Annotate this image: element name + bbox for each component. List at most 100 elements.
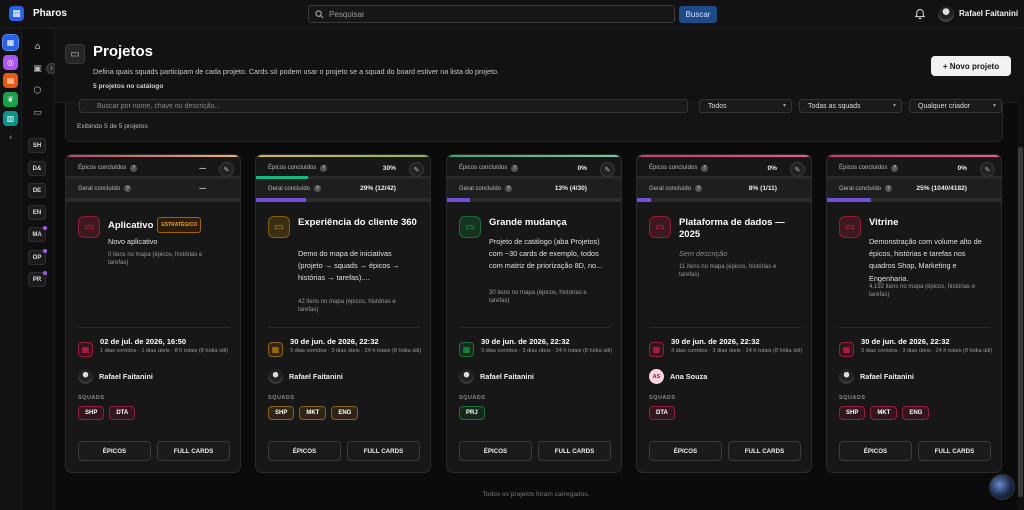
epics-done-label: Épicos concluídos [268, 165, 317, 171]
overall-progress-fill [827, 198, 871, 202]
project-title[interactable]: Aplicativo ESTRATÉGICO [108, 217, 236, 233]
help-icon[interactable]: ? [511, 164, 519, 172]
leaf-icon[interactable]: ❦ [3, 92, 18, 107]
edit-pencil-icon[interactable]: ✎ [790, 162, 805, 177]
app-logo-icon[interactable]: ▦ [9, 6, 24, 21]
project-title[interactable]: Grande mudança [489, 217, 617, 229]
project-title[interactable]: Vitrine [869, 217, 997, 229]
full-cards-button[interactable]: FULL CARDS [728, 441, 801, 461]
full-cards-button[interactable]: FULL CARDS [918, 441, 991, 461]
squad-tag[interactable]: MKT [870, 406, 898, 420]
status-filter-select[interactable]: Todos ▾ [699, 99, 792, 113]
help-icon[interactable]: ? [320, 164, 328, 172]
epics-progress-row: Épicos concluídos? 0% [637, 159, 811, 177]
project-title[interactable]: Experiência do cliente 360 [298, 217, 426, 229]
owner-filter-select[interactable]: Qualquer criador ▾ [909, 99, 1002, 113]
epics-button[interactable]: ÉPICOS [459, 441, 532, 461]
project-card[interactable]: Épicos concluídos? 0% Geral concluído? 8% … [636, 154, 812, 473]
project-owner: Rafael Faitanini [268, 369, 343, 384]
global-search[interactable] [308, 5, 675, 23]
edit-pencil-icon[interactable]: ✎ [219, 162, 234, 177]
epics-progress-row: Épicos concluídos? 0% [447, 159, 621, 177]
search-input[interactable] [329, 9, 659, 19]
epics-button[interactable]: ÉPICOS [839, 441, 912, 461]
card-actions: ÉPICOS FULL CARDS [78, 441, 230, 461]
epics-button[interactable]: ÉPICOS [78, 441, 151, 461]
user-avatar[interactable] [938, 6, 954, 22]
overall-progress-bar [447, 198, 621, 202]
squad-tag[interactable]: MKT [299, 406, 327, 420]
project-items-count: 11 itens no mapa (épicos, histórias e ta… [679, 264, 777, 278]
full-cards-button[interactable]: FULL CARDS [538, 441, 611, 461]
squad-shortcut[interactable]: MA [28, 226, 47, 242]
project-title[interactable]: Plataforma de dados — 2025 [679, 217, 807, 241]
squad-tag[interactable]: SHP [839, 406, 866, 420]
new-project-button[interactable]: + Novo projeto [931, 56, 1011, 76]
edit-pencil-icon[interactable]: ✎ [600, 162, 615, 177]
book-icon[interactable]: ▤ [3, 73, 18, 88]
squad-tag[interactable]: PRJ [459, 406, 485, 420]
squad-shortcut[interactable]: OP [28, 249, 47, 265]
squad-filter-select[interactable]: Todas as squads ▾ [799, 99, 902, 113]
folder-icon[interactable]: ▭ [31, 106, 44, 119]
chart-icon[interactable]: ▥ [3, 111, 18, 126]
help-icon[interactable]: ? [130, 164, 138, 172]
card-accent-stripe [66, 155, 240, 157]
squad-shortcut[interactable]: PR [28, 271, 47, 287]
card-accent-stripe [256, 155, 430, 157]
project-card[interactable]: Épicos concluídos? 30% Geral concluído? 29… [255, 154, 431, 473]
squad-shortcut[interactable]: D& [28, 161, 46, 176]
squad-shortcut[interactable]: DE [28, 183, 46, 198]
overall-progress-bar [256, 198, 430, 202]
squad-shortcut[interactable]: SH [28, 138, 46, 153]
home-icon[interactable]: ⌂ [31, 40, 44, 53]
help-icon[interactable]: ? [314, 185, 322, 192]
bell-icon[interactable] [914, 8, 926, 20]
assistant-avatar[interactable] [989, 474, 1015, 500]
project-card[interactable]: Épicos concluídos? 0% Geral concluído? 13%… [446, 154, 622, 473]
scrollbar-thumb[interactable] [1018, 147, 1023, 497]
edit-pencil-icon[interactable]: ✎ [409, 162, 424, 177]
full-cards-button[interactable]: FULL CARDS [157, 441, 230, 461]
project-description: Projeto de catálogo (aba Projetos) com ~… [489, 237, 603, 271]
search-button[interactable]: Buscar [679, 6, 717, 23]
scrollbar[interactable] [1017, 29, 1024, 510]
squad-tag[interactable]: DTA [109, 406, 136, 420]
collapse-chevron-icon[interactable]: ‹ [3, 130, 18, 145]
epics-done-percent: 0% [577, 164, 587, 172]
help-icon[interactable]: ? [885, 185, 893, 192]
squad-tag[interactable]: DTA [649, 406, 675, 420]
squad-tag[interactable]: ENG [902, 406, 930, 420]
epics-progress-row: Épicos concluídos? — [66, 159, 240, 177]
cube-icon[interactable]: ⬡ [31, 84, 44, 97]
overall-progress-fill [637, 198, 651, 202]
full-cards-button[interactable]: FULL CARDS [347, 441, 420, 461]
help-icon[interactable]: ? [695, 185, 703, 192]
squad-tag[interactable]: SHP [268, 406, 295, 420]
clipboard-icon[interactable]: ▣ [31, 62, 44, 75]
squad-shortcut[interactable]: EN [28, 205, 46, 220]
calendar-icon: ▦ [459, 342, 474, 357]
project-owner: AS Ana Souza [649, 369, 707, 384]
squad-tag[interactable]: ENG [331, 406, 359, 420]
project-items-count: 30 itens no mapa (épicos, histórias e ta… [489, 290, 587, 304]
filter-bar: Buscar por nome, chave ou descrição... T… [65, 99, 1003, 142]
strategic-badge: ESTRATÉGICO [157, 217, 202, 233]
help-icon[interactable]: ? [891, 164, 899, 172]
epics-button[interactable]: ÉPICOS [649, 441, 722, 461]
project-card[interactable]: Épicos concluídos? 0% Geral concluído? 25%… [826, 154, 1002, 473]
help-icon[interactable]: ? [701, 164, 709, 172]
apps-grid-icon[interactable]: ▦ [2, 34, 19, 51]
help-icon[interactable]: ? [124, 185, 132, 192]
project-search-input[interactable]: Buscar por nome, chave ou descrição... [79, 99, 688, 113]
owner-name: Rafael Faitanini [99, 372, 153, 381]
help-icon[interactable]: ? [505, 185, 513, 192]
user-name[interactable]: Rafael Faitanini [959, 9, 1018, 18]
project-card[interactable]: Épicos concluídos? — Geral concluído? — ✎ … [65, 154, 241, 473]
epics-button[interactable]: ÉPICOS [268, 441, 341, 461]
compass-icon[interactable]: ◎ [3, 55, 18, 70]
edit-pencil-icon[interactable]: ✎ [980, 162, 995, 177]
card-actions: ÉPICOS FULL CARDS [459, 441, 611, 461]
squad-tag[interactable]: SHP [78, 406, 105, 420]
project-owner: Rafael Faitanini [459, 369, 534, 384]
